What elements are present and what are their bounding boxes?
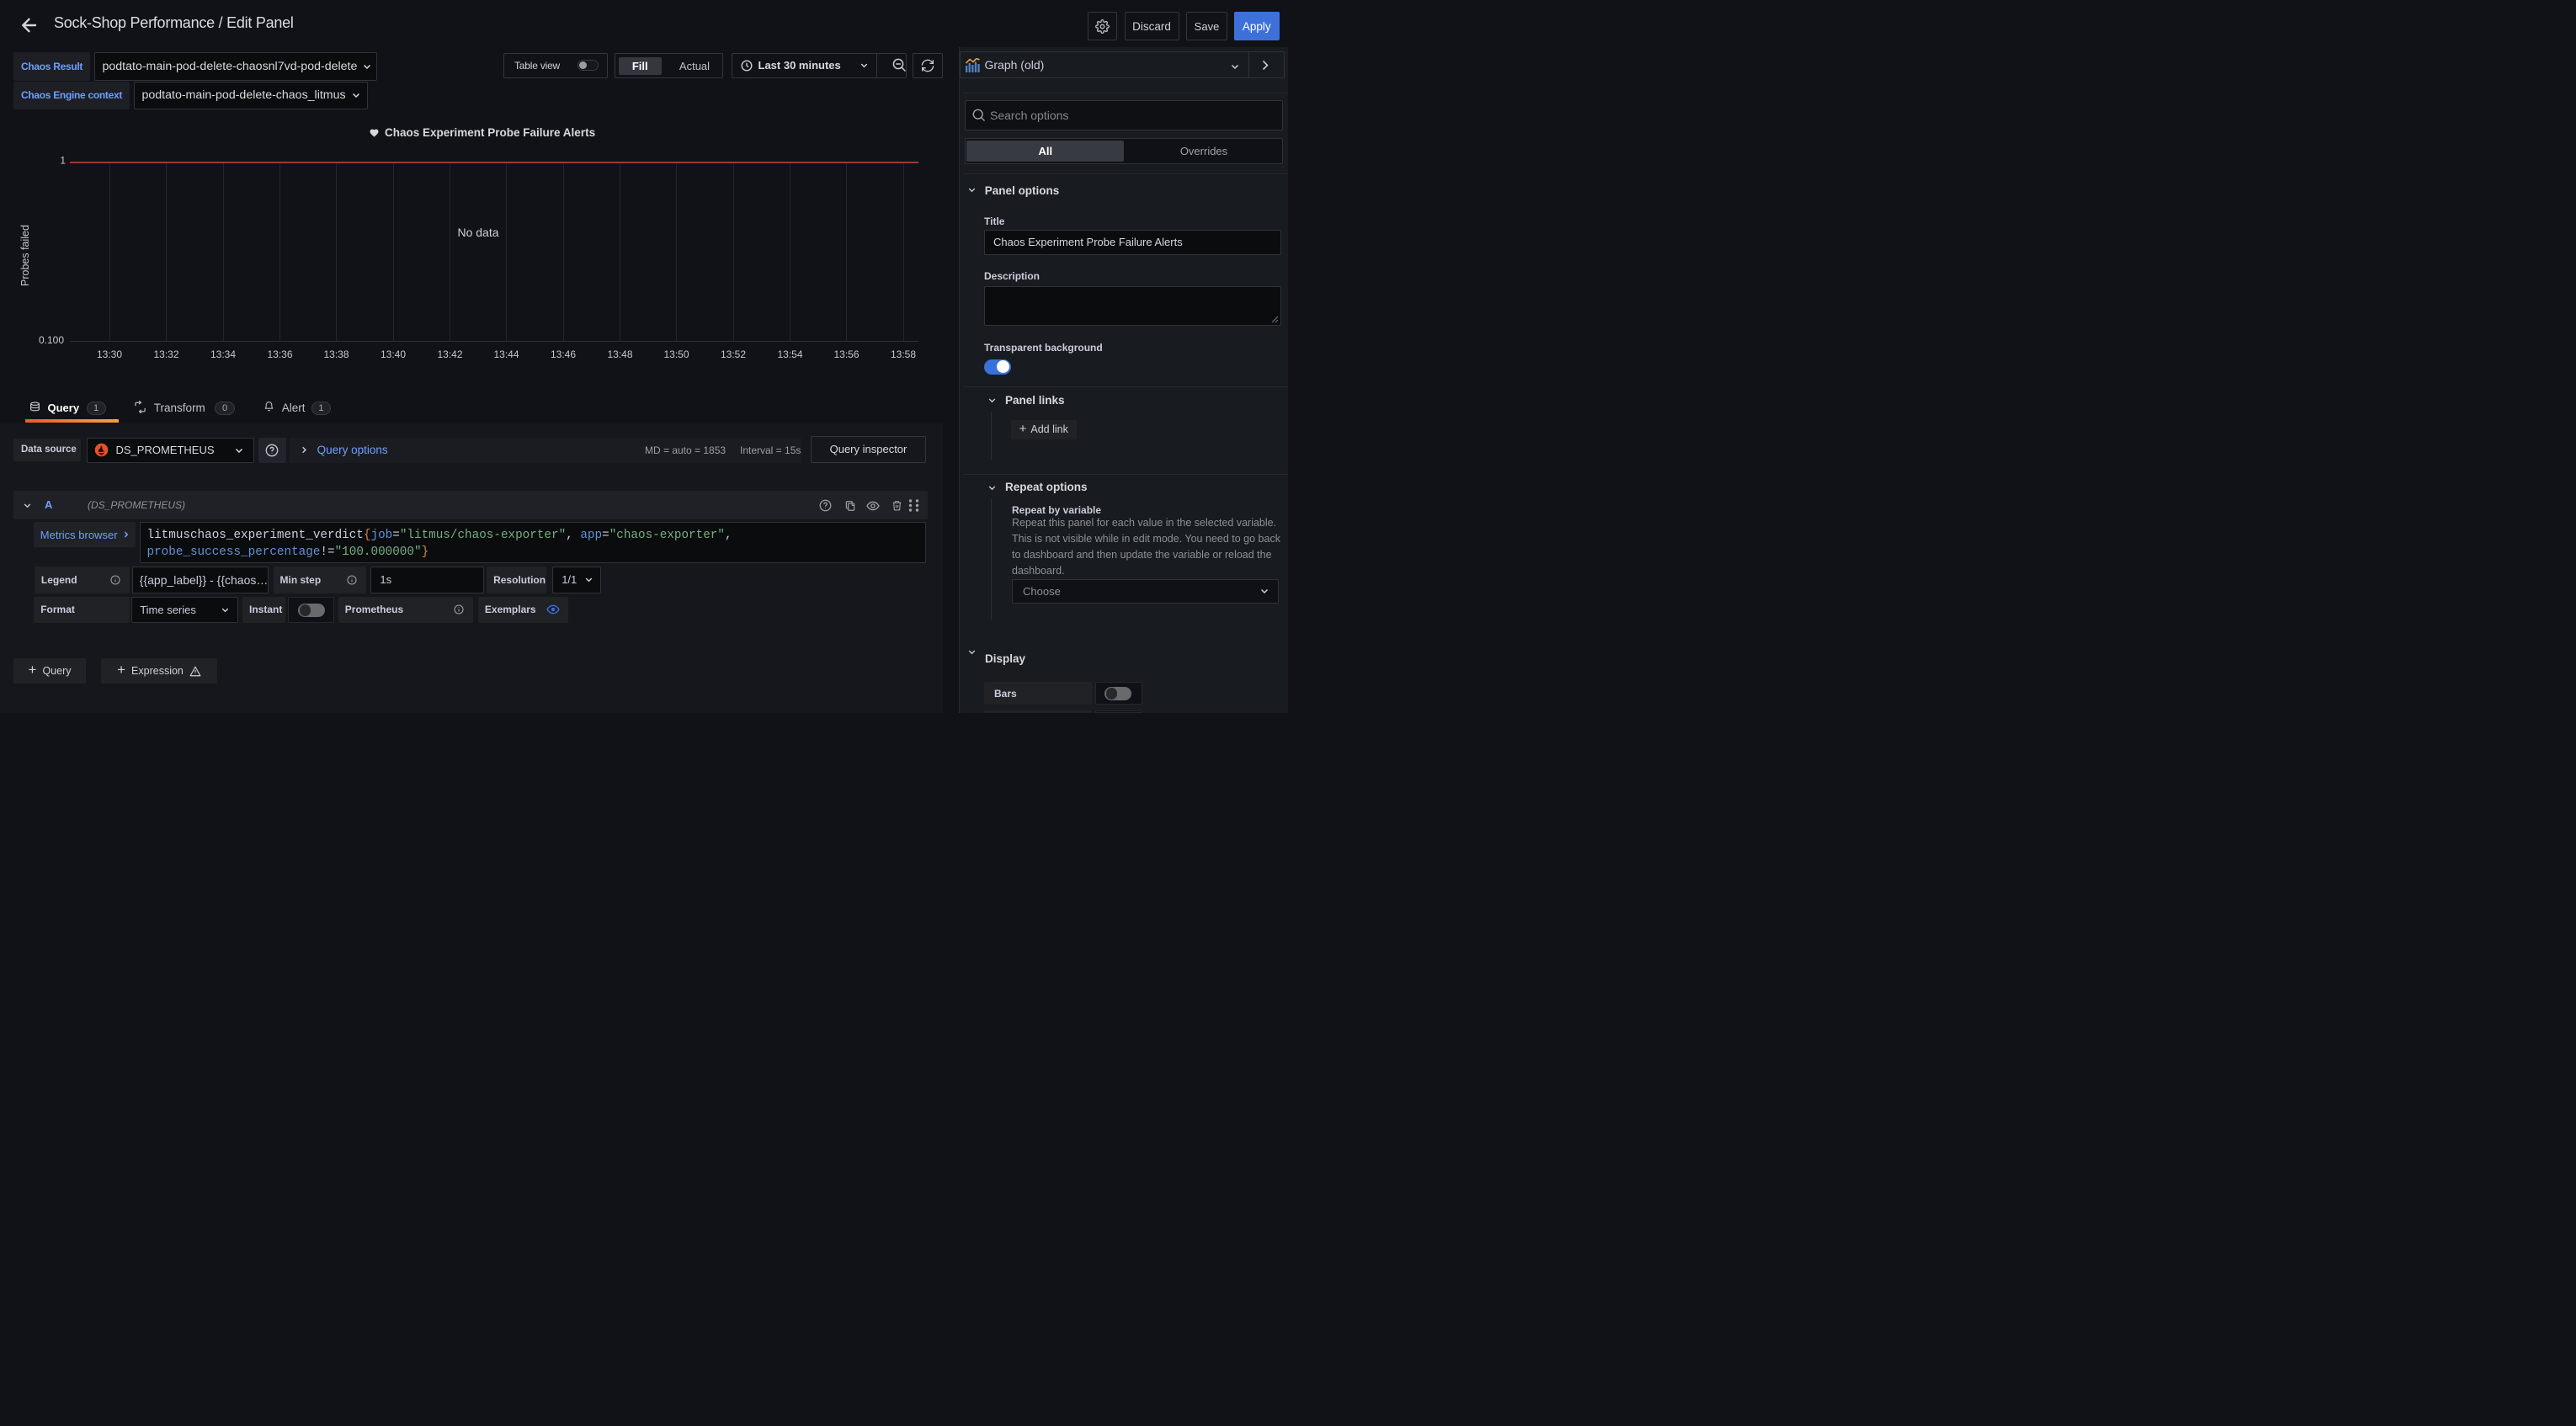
svg-text:13:38: 13:38 bbox=[323, 349, 349, 360]
svg-text:13:46: 13:46 bbox=[551, 349, 576, 360]
svg-text:13:54: 13:54 bbox=[777, 349, 802, 360]
svg-text:13:52: 13:52 bbox=[721, 349, 746, 360]
svg-text:No data: No data bbox=[457, 226, 498, 239]
svg-text:13:32: 13:32 bbox=[153, 349, 178, 360]
svg-text:13:58: 13:58 bbox=[891, 349, 916, 360]
svg-text:13:42: 13:42 bbox=[437, 349, 462, 360]
svg-text:13:30: 13:30 bbox=[97, 349, 122, 360]
svg-text:13:48: 13:48 bbox=[607, 349, 632, 360]
svg-text:0.100: 0.100 bbox=[39, 334, 64, 346]
svg-text:13:44: 13:44 bbox=[493, 349, 519, 360]
svg-text:13:34: 13:34 bbox=[210, 349, 236, 360]
svg-text:13:36: 13:36 bbox=[267, 349, 292, 360]
svg-text:13:40: 13:40 bbox=[381, 349, 406, 360]
svg-text:13:56: 13:56 bbox=[833, 349, 859, 360]
svg-text:1: 1 bbox=[60, 155, 66, 167]
svg-text:13:50: 13:50 bbox=[663, 349, 689, 360]
